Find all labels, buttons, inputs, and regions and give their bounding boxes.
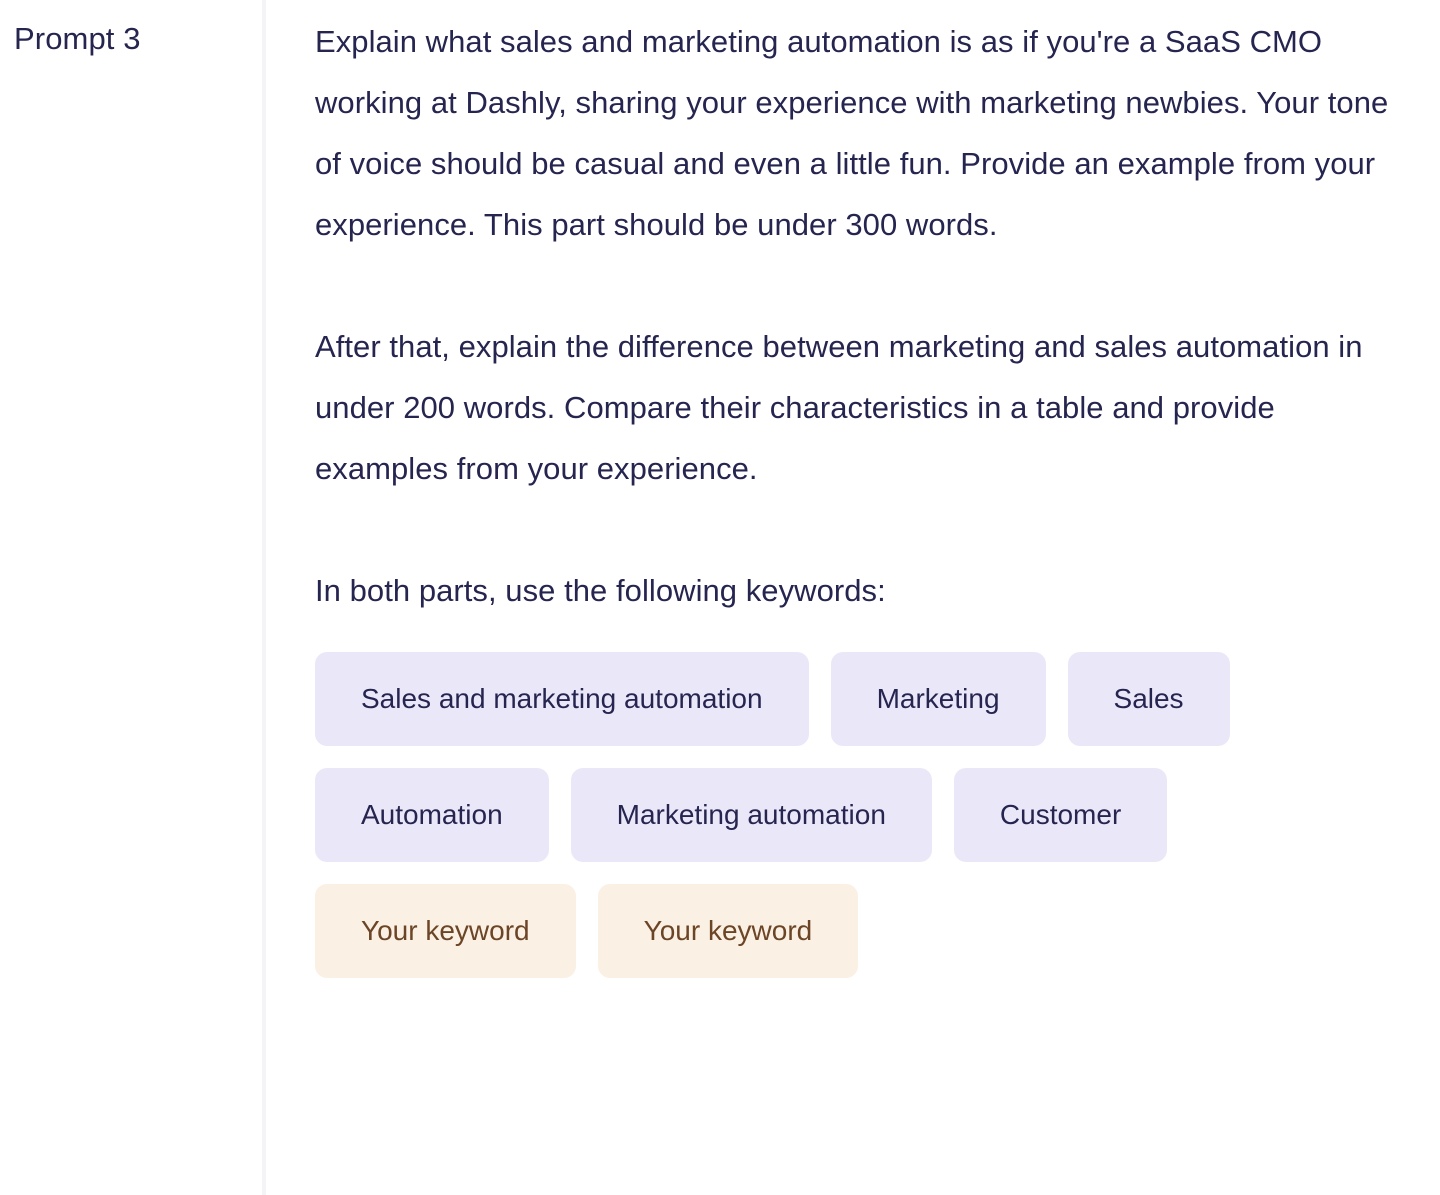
keyword-chip[interactable]: Marketing <box>830 652 1046 746</box>
prompt-paragraph-2: After that, explain the difference betwe… <box>315 329 1363 486</box>
prompt-label-column: Prompt 3 <box>0 0 262 1195</box>
prompt-paragraph-1: Explain what sales and marketing automat… <box>315 24 1389 242</box>
prompt-content-column: Explain what sales and marketing automat… <box>266 0 1440 978</box>
keyword-chip[interactable]: Sales <box>1067 652 1230 746</box>
prompt-keywords-intro: In both parts, use the following keyword… <box>315 573 886 608</box>
keyword-chip[interactable]: Marketing automation <box>570 768 932 862</box>
keyword-chip[interactable]: Automation <box>315 768 549 862</box>
keyword-chip-custom[interactable]: Your keyword <box>315 884 576 978</box>
keyword-chip-list: Sales and marketing automation Marketing S… <box>315 652 1305 978</box>
page-title: Prompt 3 <box>14 21 141 56</box>
keyword-chip-custom[interactable]: Your keyword <box>597 884 859 978</box>
keyword-chip[interactable]: Sales and marketing automation <box>315 652 809 746</box>
prompt-row: Prompt 3 Explain what sales and marketin… <box>0 0 1440 1195</box>
keyword-chip[interactable]: Customer <box>953 768 1168 862</box>
